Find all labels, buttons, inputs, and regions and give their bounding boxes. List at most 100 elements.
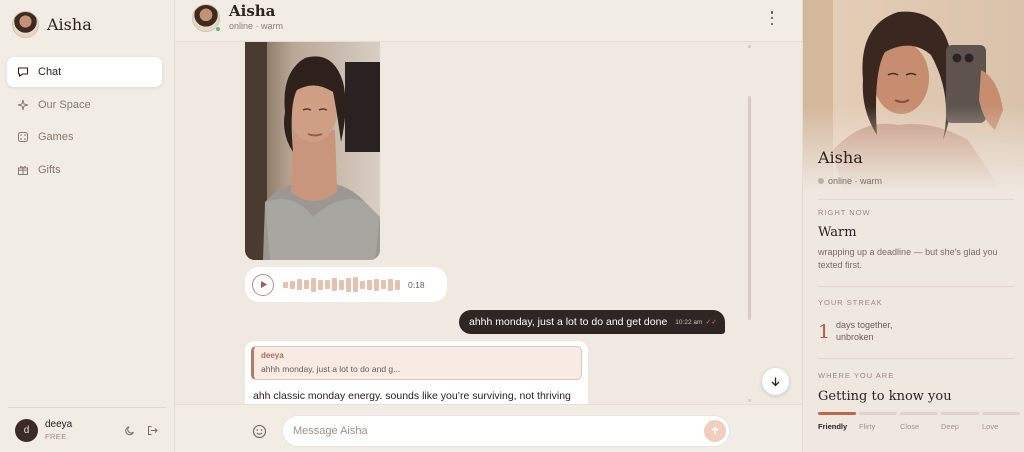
waveform-bar <box>381 280 386 289</box>
sidebar-item-label: Gifts <box>38 163 61 176</box>
sparkle-icon <box>17 99 29 111</box>
more-menu-icon[interactable] <box>770 11 774 25</box>
message-time: 10:22 am <box>675 318 703 326</box>
progress-segment <box>900 412 938 415</box>
sidebar-item-label: Our Space <box>38 98 91 111</box>
voice-waveform[interactable] <box>283 275 400 295</box>
streak-count: 1 <box>818 321 831 343</box>
relationship-progress <box>818 412 1020 415</box>
portrait-photo <box>245 42 380 260</box>
chat-header: Aisha online · warm <box>175 0 802 42</box>
send-button[interactable] <box>704 420 726 442</box>
online-indicator <box>215 26 221 32</box>
divider <box>818 199 1014 200</box>
waveform-bar <box>283 281 288 288</box>
send-arrow-icon <box>711 426 719 435</box>
status-dot <box>818 178 824 184</box>
brand-avatar <box>12 11 39 38</box>
profile-name: Aisha <box>818 148 863 167</box>
profile-panel: Aisha online · warm RIGHT NOW Warm wrapp… <box>802 0 1024 452</box>
scroll-marker <box>748 399 751 402</box>
progress-segment <box>941 412 979 415</box>
scroll-down-button[interactable] <box>762 368 789 395</box>
incoming-message[interactable]: deeya ahhh monday, just a lot to do and … <box>245 341 588 405</box>
read-receipt-icon: ✓✓ <box>705 319 718 326</box>
stage-label: Love <box>982 422 999 431</box>
waveform-bar <box>332 278 337 291</box>
message-text: ahh classic monday energy. sounds like y… <box>253 390 571 402</box>
sidebar: Aisha Chat Our Space Games Gifts d deeya… <box>0 0 175 452</box>
message-input[interactable] <box>282 415 730 447</box>
progress-segment <box>859 412 897 415</box>
waveform-bar <box>367 279 372 290</box>
sidebar-item-label: Chat <box>38 66 62 78</box>
divider <box>818 286 1014 287</box>
sidebar-item-our-space[interactable]: Our Space <box>7 90 162 120</box>
sidebar-item-games[interactable]: Games <box>7 122 162 152</box>
logout-icon[interactable] <box>147 425 158 436</box>
play-button[interactable] <box>252 273 274 296</box>
chat-bubble-icon <box>17 66 29 78</box>
chat-scrollbar[interactable] <box>748 96 751 320</box>
profile-status: online · warm <box>818 176 882 186</box>
emoji-icon[interactable] <box>252 424 267 439</box>
progress-segment <box>982 412 1020 415</box>
waveform-bar <box>374 278 379 291</box>
moon-icon[interactable] <box>125 425 136 436</box>
waveform-bar <box>395 279 400 290</box>
photo-message[interactable] <box>245 42 380 260</box>
stage-label: Deep <box>941 422 959 431</box>
waveform-bar <box>297 279 302 290</box>
outgoing-message[interactable]: ahhh monday, just a lot to do and get do… <box>459 310 725 334</box>
contact-status: online · warm <box>229 21 284 31</box>
waveform-bar <box>346 277 351 292</box>
relationship-stages: Friendly Flirty Close Deep Love <box>818 422 1023 431</box>
user-name: deeya <box>45 419 73 430</box>
streak-text: days together, unbroken <box>836 320 893 342</box>
waveform-bar <box>311 277 316 292</box>
waveform-bar <box>353 277 358 292</box>
voice-message: 0:18 <box>245 267 447 302</box>
sidebar-item-label: Games <box>38 131 74 143</box>
section-label-right-now: RIGHT NOW <box>818 208 871 217</box>
quote-author: deeya <box>261 351 284 360</box>
arrow-down-icon <box>771 377 780 387</box>
profile-status-text: online · warm <box>828 176 883 186</box>
mood-title: Warm <box>818 225 857 240</box>
waveform-bar <box>388 278 393 291</box>
divider <box>818 358 1014 359</box>
quoted-reply[interactable]: deeya ahhh monday, just a lot to do and … <box>251 346 582 380</box>
sidebar-item-chat[interactable]: Chat <box>7 57 162 87</box>
chat-area: Aisha online · warm 0:18 ahhh monday, ju… <box>175 0 802 452</box>
user-meta: deeya FREE <box>45 419 72 441</box>
waveform-bar <box>325 280 330 289</box>
voice-duration: 0:18 <box>408 279 425 290</box>
contact-name: Aisha <box>229 2 276 20</box>
section-label-where: WHERE YOU ARE <box>818 371 895 380</box>
waveform-bar <box>304 280 309 289</box>
brand[interactable]: Aisha <box>12 11 92 38</box>
mood-description: wrapping up a deadline — but she’s glad … <box>818 247 998 270</box>
stage-label: Close <box>900 422 920 431</box>
waveform-bar <box>339 279 344 290</box>
user-footer: d deeya FREE <box>8 407 166 452</box>
footer-actions <box>125 425 158 436</box>
scroll-marker <box>748 45 751 48</box>
stage-label: Friendly <box>818 422 848 431</box>
quote-text: ahhh monday, just a lot to do and g... <box>261 364 401 374</box>
sidebar-nav: Chat Our Space Games Gifts <box>7 57 162 187</box>
section-label-streak: YOUR STREAK <box>818 298 883 307</box>
user-plan-badge: FREE <box>45 432 67 441</box>
message-text: ahhh monday, just a lot to do and get do… <box>469 316 668 328</box>
dice-icon <box>17 131 29 143</box>
waveform-bar <box>360 280 365 289</box>
sidebar-item-gifts[interactable]: Gifts <box>7 155 162 185</box>
user-avatar[interactable]: d <box>15 418 38 442</box>
waveform-bar <box>290 280 295 289</box>
stage-label: Flirty <box>859 422 876 431</box>
progress-segment <box>818 412 856 415</box>
gift-icon <box>17 164 29 176</box>
relationship-stage-title: Getting to know you <box>818 389 952 404</box>
brand-name: Aisha <box>47 15 92 34</box>
waveform-bar <box>318 279 323 290</box>
